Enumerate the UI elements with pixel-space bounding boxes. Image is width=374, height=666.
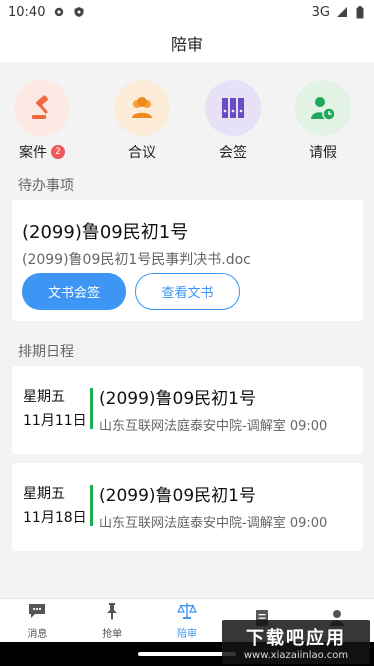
quick-action-cases[interactable]: 案件 2 — [7, 80, 77, 162]
schedule-divider — [90, 485, 93, 526]
scales-icon — [177, 602, 197, 623]
page-title: 陪审 — [170, 35, 203, 54]
schedule-divider — [90, 388, 93, 429]
todo-case-title: (2099)鲁09民初1号 — [22, 222, 189, 243]
schedule-location: 山东互联网法庭泰安中院-调解室 09:00 — [99, 419, 328, 434]
nav-item-grab-orders[interactable]: 抢单 — [75, 599, 150, 642]
schedule-case-title: (2099)鲁09民初1号 — [99, 389, 256, 409]
schedule-section-title: 排期日程 — [18, 344, 74, 360]
schedule-case-title: (2099)鲁09民初1号 — [99, 486, 256, 506]
group-icon — [114, 80, 170, 136]
schedule-item[interactable]: 星期五 11月18日 (2099)鲁09民初1号 山东互联网法庭泰安中院-调解室… — [12, 463, 363, 551]
nav-label: 消息 — [27, 628, 48, 640]
schedule-weekday: 星期五 — [23, 486, 65, 502]
quick-action-label: 合议 — [128, 145, 156, 161]
countersign-document-button[interactable]: 文书会签 — [22, 273, 126, 310]
nav-item-jury[interactable]: 陪审 — [150, 599, 225, 642]
status-time: 10:40 — [8, 4, 46, 20]
binders-icon — [205, 80, 261, 136]
quick-action-leave[interactable]: 请假 — [288, 80, 358, 162]
quick-action-countersign[interactable]: 会签 — [198, 80, 268, 162]
status-bar: 10:40 3G — [0, 0, 374, 24]
schedule-item[interactable]: 星期五 11月11日 (2099)鲁09民初1号 山东互联网法庭泰安中院-调解室… — [12, 366, 363, 454]
schedule-date: 11月11日 — [23, 413, 87, 429]
gavel-icon — [14, 80, 70, 136]
view-document-button[interactable]: 查看文书 — [135, 273, 240, 310]
quick-action-label: 请假 — [309, 145, 337, 161]
schedule-location: 山东互联网法庭泰安中院-调解室 09:00 — [99, 516, 328, 531]
signal-icon — [336, 6, 348, 18]
chat-icon — [27, 602, 47, 623]
quick-action-label: 会签 — [219, 145, 247, 161]
nav-label: 抢单 — [102, 628, 123, 640]
nav-item-messages[interactable]: 消息 — [0, 599, 75, 642]
battery-icon — [354, 5, 366, 18]
quick-action-deliberation[interactable]: 合议 — [107, 80, 177, 162]
watermark: 下载吧应用 www.xiazaiinlao.com — [222, 620, 370, 664]
quick-action-label: 案件 — [19, 145, 47, 161]
shield-icon — [73, 6, 85, 18]
pin-icon — [103, 602, 121, 623]
todo-document-name: (2099)鲁09民初1号民事判决书.doc — [22, 252, 251, 268]
todo-section-title: 待办事项 — [18, 178, 74, 194]
settings-gear-icon — [53, 6, 65, 18]
person-clock-icon — [295, 80, 351, 136]
watermark-main-text: 下载吧应用 — [246, 627, 346, 649]
watermark-url: www.xiazaiinlao.com — [243, 649, 349, 661]
schedule-date: 11月18日 — [23, 510, 87, 526]
nav-label: 陪审 — [176, 628, 197, 640]
count-badge: 2 — [51, 145, 65, 159]
quick-actions: 案件 2 合议 会签 请假 — [0, 62, 374, 170]
schedule-weekday: 星期五 — [23, 389, 65, 405]
todo-card[interactable]: (2099)鲁09民初1号 (2099)鲁09民初1号民事判决书.doc 文书会… — [12, 200, 363, 321]
page-header: 陪审 — [0, 24, 374, 62]
network-type: 3G — [311, 4, 330, 20]
